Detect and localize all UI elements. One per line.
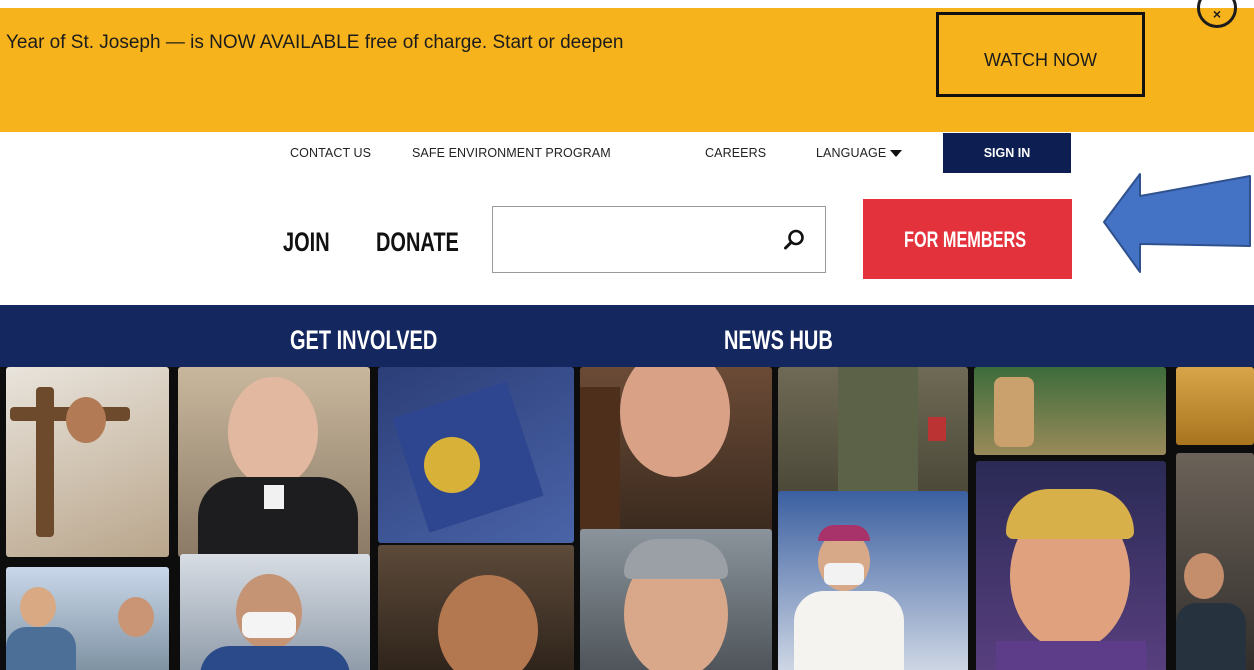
photo-tile xyxy=(1176,367,1254,445)
promo-text: Year of St. Joseph — is NOW AVAILABLE fr… xyxy=(6,32,624,53)
sign-in-button[interactable]: SIGN IN xyxy=(943,133,1071,173)
photo-tile xyxy=(378,545,574,670)
promo-banner: Year of St. Joseph — is NOW AVAILABLE fr… xyxy=(0,0,1254,132)
donate-label: DONATE xyxy=(376,227,459,257)
search-box xyxy=(492,206,826,273)
photo-tile xyxy=(778,491,968,670)
photo-tile xyxy=(580,529,772,670)
join-link[interactable]: JOIN xyxy=(283,227,346,258)
search-input[interactable] xyxy=(503,223,763,257)
careers-link[interactable]: CAREERS xyxy=(705,146,766,160)
arrow-left-icon xyxy=(1103,173,1251,273)
caret-down-icon xyxy=(890,149,903,157)
for-members-button[interactable]: FOR MEMBERS xyxy=(863,199,1072,279)
safe-environment-link[interactable]: SAFE ENVIRONMENT PROGRAM xyxy=(412,146,611,160)
search-icon[interactable] xyxy=(782,228,806,252)
language-dropdown[interactable]: LANGUAGE xyxy=(816,146,903,160)
photo-tile xyxy=(1176,453,1254,670)
donate-link[interactable]: DONATE xyxy=(376,227,488,258)
nav-news-hub[interactable]: NEWS HUB xyxy=(724,325,871,356)
photo-tile xyxy=(6,567,169,670)
nav-news-hub-label: NEWS HUB xyxy=(724,325,833,355)
photo-tile xyxy=(180,554,370,670)
language-label: LANGUAGE xyxy=(816,146,887,160)
join-label: JOIN xyxy=(283,227,330,257)
photo-tile xyxy=(178,367,370,557)
watch-now-button[interactable]: WATCH NOW xyxy=(936,12,1145,97)
photo-tile xyxy=(974,367,1166,455)
main-nav: GET INVOLVED NEWS HUB xyxy=(0,305,1254,367)
photo-tile xyxy=(976,461,1166,670)
hero-photo-mosaic xyxy=(0,367,1254,670)
nav-get-involved-label: GET INVOLVED xyxy=(290,325,438,355)
for-members-label: FOR MEMBERS xyxy=(904,227,1027,252)
top-strip xyxy=(0,0,1254,8)
photo-tile xyxy=(580,367,772,533)
contact-us-link[interactable]: CONTACT US xyxy=(290,146,371,160)
nav-get-involved[interactable]: GET INVOLVED xyxy=(290,325,489,356)
close-banner-icon[interactable]: × xyxy=(1197,0,1237,28)
photo-tile xyxy=(778,367,968,497)
photo-tile xyxy=(6,367,169,557)
photo-tile xyxy=(378,367,574,543)
